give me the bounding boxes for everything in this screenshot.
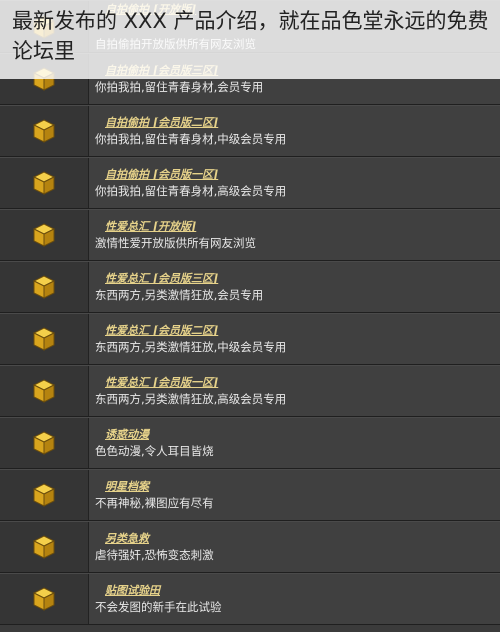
forum-row[interactable]: 自拍偷拍 [会员版一区] 你拍我拍,留住青春身材,高级会员专用	[0, 157, 500, 209]
forum-title-link[interactable]: 性爱总汇 [开放版]	[105, 219, 500, 235]
forum-title-link[interactable]: 另类急救	[105, 531, 500, 547]
forum-description: 东西两方,另类激情狂放,高级会员专用	[95, 392, 287, 406]
box-icon	[33, 275, 55, 299]
box-icon	[33, 119, 55, 143]
forum-list: 自拍偷拍 [开放版] 自拍偷拍开放版供所有网友浏览 自拍偷拍 [会员版三区] 你…	[0, 0, 500, 625]
forum-title-link[interactable]: 性爱总汇 [会员版二区]	[105, 323, 500, 339]
forum-icon-cell	[0, 522, 89, 572]
forum-title-link[interactable]: 性爱总汇 [会员版一区]	[105, 375, 500, 391]
forum-row[interactable]: 明星档案 不再神秘,裸图应有尽有	[0, 469, 500, 521]
forum-text-cell: 诱惑动漫 色色动漫,令人耳目皆烧	[89, 418, 500, 468]
forum-title-link[interactable]: 诱惑动漫	[105, 427, 500, 443]
forum-icon-cell	[0, 262, 89, 312]
forum-icon-cell	[0, 314, 89, 364]
forum-description: 你拍我拍,留住青春身材,高级会员专用	[95, 184, 287, 198]
forum-row[interactable]: 贴图试验田 不会发图的新手在此试验	[0, 573, 500, 625]
forum-title-link[interactable]: 贴图试验田	[105, 583, 500, 599]
overlay-caption: 最新发布的 XXX 产品介绍，就在品色堂永远的免费论坛里	[12, 9, 489, 63]
box-icon	[33, 223, 55, 247]
forum-description: 不再神秘,裸图应有尽有	[95, 496, 214, 510]
forum-text-cell: 另类急救 虐待强奸,恐怖变态刺激	[89, 522, 500, 572]
box-icon	[33, 379, 55, 403]
forum-icon-cell	[0, 366, 89, 416]
forum-row[interactable]: 性爱总汇 [会员版三区] 东西两方,另类激情狂放,会员专用	[0, 261, 500, 313]
forum-description: 你拍我拍,留住青春身材,中级会员专用	[95, 132, 287, 146]
forum-description: 不会发图的新手在此试验	[95, 600, 222, 614]
forum-text-cell: 贴图试验田 不会发图的新手在此试验	[89, 574, 500, 624]
forum-description: 东西两方,另类激情狂放,会员专用	[95, 288, 264, 302]
forum-description: 虐待强奸,恐怖变态刺激	[95, 548, 214, 562]
forum-icon-cell	[0, 418, 89, 468]
forum-text-cell: 性爱总汇 [会员版三区] 东西两方,另类激情狂放,会员专用	[89, 262, 500, 312]
forum-text-cell: 性爱总汇 [开放版] 激情性爱开放版供所有网友浏览	[89, 210, 500, 260]
forum-description: 色色动漫,令人耳目皆烧	[95, 444, 214, 458]
forum-row[interactable]: 性爱总汇 [会员版一区] 东西两方,另类激情狂放,高级会员专用	[0, 365, 500, 417]
box-icon	[33, 171, 55, 195]
forum-icon-cell	[0, 574, 89, 624]
forum-text-cell: 明星档案 不再神秘,裸图应有尽有	[89, 470, 500, 520]
forum-text-cell: 性爱总汇 [会员版二区] 东西两方,另类激情狂放,中级会员专用	[89, 314, 500, 364]
forum-icon-cell	[0, 470, 89, 520]
forum-icon-cell	[0, 106, 89, 156]
box-icon	[33, 483, 55, 507]
box-icon	[33, 431, 55, 455]
forum-text-cell: 自拍偷拍 [会员版二区] 你拍我拍,留住青春身材,中级会员专用	[89, 106, 500, 156]
forum-row[interactable]: 性爱总汇 [开放版] 激情性爱开放版供所有网友浏览	[0, 209, 500, 261]
box-icon	[33, 327, 55, 351]
forum-title-link[interactable]: 明星档案	[105, 479, 500, 495]
forum-title-link[interactable]: 自拍偷拍 [会员版二区]	[105, 115, 500, 131]
forum-description: 你拍我拍,留住青春身材,会员专用	[95, 80, 264, 94]
forum-icon-cell	[0, 210, 89, 260]
forum-title-link[interactable]: 性爱总汇 [会员版三区]	[105, 271, 500, 287]
forum-row[interactable]: 诱惑动漫 色色动漫,令人耳目皆烧	[0, 417, 500, 469]
caption-overlay: 最新发布的 XXX 产品介绍，就在品色堂永远的免费论坛里	[0, 0, 500, 79]
forum-row[interactable]: 另类急救 虐待强奸,恐怖变态刺激	[0, 521, 500, 573]
forum-icon-cell	[0, 158, 89, 208]
forum-title-link[interactable]: 自拍偷拍 [会员版一区]	[105, 167, 500, 183]
forum-row[interactable]: 性爱总汇 [会员版二区] 东西两方,另类激情狂放,中级会员专用	[0, 313, 500, 365]
forum-text-cell: 性爱总汇 [会员版一区] 东西两方,另类激情狂放,高级会员专用	[89, 366, 500, 416]
forum-description: 激情性爱开放版供所有网友浏览	[95, 236, 256, 250]
forum-row[interactable]: 自拍偷拍 [会员版二区] 你拍我拍,留住青春身材,中级会员专用	[0, 105, 500, 157]
box-icon	[33, 535, 55, 559]
forum-text-cell: 自拍偷拍 [会员版一区] 你拍我拍,留住青春身材,高级会员专用	[89, 158, 500, 208]
box-icon	[33, 587, 55, 611]
forum-description: 东西两方,另类激情狂放,中级会员专用	[95, 340, 287, 354]
